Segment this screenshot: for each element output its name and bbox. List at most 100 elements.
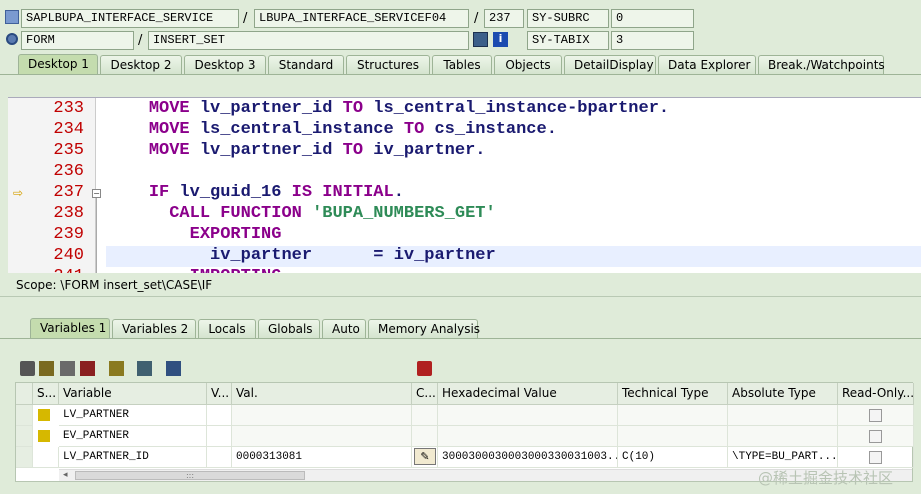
tab-desktop-2[interactable]: Desktop 2: [100, 55, 182, 75]
hex-cell: [438, 426, 618, 447]
tab-structures[interactable]: Structures: [346, 55, 430, 75]
tab-variables-2[interactable]: Variables 2: [112, 319, 196, 339]
line-number: 240: [53, 246, 84, 265]
col-header-technical-type[interactable]: Technical Type: [618, 383, 728, 405]
program-icon: [5, 10, 19, 24]
delete-icon[interactable]: [20, 361, 35, 376]
row-selector[interactable]: [16, 426, 33, 447]
tab-variables-1[interactable]: Variables 1: [30, 318, 110, 339]
col-header-absolute-type[interactable]: Absolute Type: [728, 383, 838, 405]
tab-tables[interactable]: Tables: [432, 55, 492, 75]
sysvar-1-name[interactable]: SY-SUBRC: [527, 9, 609, 28]
execution-arrow-icon: ⇨: [13, 186, 24, 200]
scope-label: Scope: \FORM insert_set\CASE\IF: [16, 278, 213, 292]
scroll-left-icon[interactable]: ◂: [63, 470, 68, 480]
grid-corner: [16, 383, 33, 405]
tab-auto[interactable]: Auto: [322, 319, 366, 339]
line-number: 239: [53, 225, 84, 244]
tab-desktop-1[interactable]: Desktop 1: [18, 54, 98, 75]
save-icon[interactable]: [417, 361, 432, 376]
tab-objects[interactable]: Objects: [494, 55, 562, 75]
details-icon[interactable]: [60, 361, 75, 376]
v-cell: [207, 426, 232, 447]
info-icon[interactable]: i: [493, 32, 508, 47]
tab-memory-analysis[interactable]: Memory Analysis: [368, 319, 480, 339]
fold-line: [96, 198, 97, 273]
separator: /: [474, 11, 479, 26]
insert-row-icon[interactable]: [39, 361, 54, 376]
folder-arrow-icon: [38, 430, 50, 442]
read-only-checkbox[interactable]: [869, 409, 882, 422]
pencil-edit-icon[interactable]: ✎: [414, 448, 436, 465]
col-header-hex[interactable]: Hexadecimal Value: [438, 383, 618, 405]
tab-detaildisplay[interactable]: DetailDisplay: [564, 55, 656, 75]
calculator-icon[interactable]: [473, 32, 488, 47]
variable-name[interactable]: LV_PARTNER: [59, 405, 207, 426]
col-header-value[interactable]: Val.: [232, 383, 412, 405]
read-only-checkbox[interactable]: [869, 430, 882, 443]
separator: /: [243, 11, 248, 26]
new-window-icon[interactable]: [166, 361, 181, 376]
sysvar-2-name[interactable]: SY-TABIX: [527, 31, 609, 50]
absolute-type-cell: [728, 426, 838, 447]
include-field[interactable]: LBUPA_INTERFACE_SERVICEF04: [254, 9, 469, 28]
gear-icon: [6, 33, 18, 45]
variable-name[interactable]: LV_PARTNER_ID: [59, 447, 207, 468]
variable-name[interactable]: EV_PARTNER: [59, 426, 207, 447]
code-line[interactable]: MOVE lv_partner_id TO iv_partner.: [108, 140, 486, 161]
hex-cell: 3000300030003000330031003...: [438, 447, 618, 468]
absolute-type-cell: [728, 405, 838, 426]
absolute-type-cell: \TYPE=BU_PART...: [728, 447, 838, 468]
hex-cell: [438, 405, 618, 426]
col-header-c[interactable]: C...: [412, 383, 438, 405]
delete-row-icon[interactable]: [80, 361, 95, 376]
value-cell[interactable]: 0000313081: [232, 447, 412, 468]
splitter[interactable]: [0, 296, 921, 297]
col-header-v[interactable]: V...: [207, 383, 232, 405]
desktop-tabs: Desktop 1 Desktop 2 Desktop 3 Standard S…: [18, 53, 886, 75]
code-line[interactable]: MOVE lv_partner_id TO ls_central_instanc…: [108, 98, 669, 119]
col-header-variable[interactable]: Variable: [59, 383, 207, 405]
line-number: 235: [53, 141, 84, 160]
routine-type-field[interactable]: FORM: [21, 31, 134, 50]
routine-name-field[interactable]: INSERT_SET: [148, 31, 469, 50]
line-field[interactable]: 237: [484, 9, 524, 28]
collapse-icon[interactable]: −: [92, 189, 101, 198]
program-field[interactable]: SAPLBUPA_INTERFACE_SERVICE: [21, 9, 239, 28]
source-editor[interactable]: ⇨ − 233 234 235 236 237 238 239 240 241 …: [8, 97, 921, 273]
hierarchy-icon[interactable]: [109, 361, 124, 376]
variable-tabs: Variables 1 Variables 2 Locals Globals A…: [30, 317, 480, 339]
code-line[interactable]: iv_partner = iv_partner: [108, 245, 496, 266]
row-selector[interactable]: [16, 405, 33, 426]
sysvar-1-value[interactable]: 0: [611, 9, 694, 28]
tab-area-line: [0, 74, 921, 75]
row-selector[interactable]: [16, 447, 33, 468]
technical-type-cell: [618, 426, 728, 447]
tab-desktop-3[interactable]: Desktop 3: [184, 55, 266, 75]
code-line[interactable]: EXPORTING: [108, 224, 282, 245]
value-cell[interactable]: [232, 405, 412, 426]
line-number: 237: [53, 183, 84, 202]
status-cell: [33, 447, 59, 468]
col-header-status[interactable]: S...: [33, 383, 59, 405]
line-number: 241: [36, 266, 84, 273]
code-line[interactable]: IF lv_guid_16 IS INITIAL.: [108, 182, 404, 203]
code-line[interactable]: IMPORTING: [108, 266, 282, 273]
tab-standard[interactable]: Standard: [268, 55, 344, 75]
read-only-checkbox[interactable]: [869, 451, 882, 464]
sysvar-2-value[interactable]: 3: [611, 31, 694, 50]
tab-locals[interactable]: Locals: [198, 319, 256, 339]
tab-breakpoints[interactable]: Break./Watchpoints: [758, 55, 885, 75]
technical-type-cell: C(10): [618, 447, 728, 468]
value-cell[interactable]: [232, 426, 412, 447]
tab-data-explorer[interactable]: Data Explorer: [658, 55, 756, 75]
tab-globals[interactable]: Globals: [258, 319, 320, 339]
scroll-thumb[interactable]: :::: [75, 471, 305, 480]
code-line[interactable]: MOVE ls_central_instance TO cs_instance.: [108, 119, 557, 140]
line-number: 234: [53, 120, 84, 139]
line-number: 236: [53, 162, 84, 181]
col-header-read-only[interactable]: Read-Only...: [838, 383, 914, 405]
folder-arrow-icon: [38, 409, 50, 421]
code-line[interactable]: CALL FUNCTION 'BUPA_NUMBERS_GET': [108, 203, 495, 224]
arrows-icon[interactable]: [137, 361, 152, 376]
